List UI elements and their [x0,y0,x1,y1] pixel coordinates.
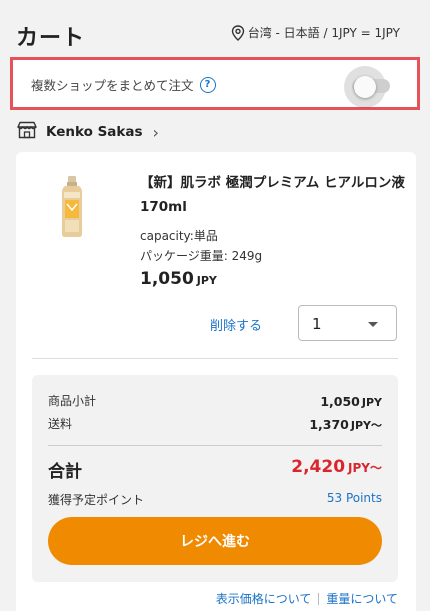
quantity-select[interactable]: 1 [298,305,397,341]
product-price-unit: JPY [196,274,217,287]
total-label: 合計 [48,462,82,482]
chevron-right-icon: › [152,122,159,142]
product-image[interactable] [60,176,84,238]
points-label: 獲得予定ポイント [48,493,145,507]
subtotal-value: 1,050 JPY [320,394,382,409]
footer-separator [318,592,320,605]
page-header: カート 台湾 - 日本語 / 1JPY = 1JPY [0,0,430,60]
price-info-link[interactable]: 表示価格について [216,590,312,607]
cart-card: 【新】肌ラボ 極潤プレミアム ヒアルロン液 170ml capacity:単品 … [16,152,416,611]
total-value: 2,420 JPY〜 [291,457,382,477]
delete-button[interactable]: 削除する [210,315,262,334]
multi-shop-label: 複数ショップをまとめて注文 [31,78,194,93]
weight-info-link[interactable]: 重量について [326,590,398,607]
multi-shop-order-panel: 複数ショップをまとめて注文 ? [10,57,420,110]
points-value: 53 Points [326,491,382,505]
total-amount: 2,420 [291,457,346,477]
footer-links: 表示価格について 重量について [216,590,398,607]
region-selector[interactable]: 台湾 - 日本語 / 1JPY = 1JPY [231,24,400,41]
product-price: 1,050 JPY [140,269,217,289]
quantity-value: 1 [312,315,322,333]
help-icon[interactable]: ? [199,76,216,93]
region-text: 台湾 - 日本語 / 1JPY = 1JPY [247,26,400,40]
checkout-button[interactable]: レジへ進む [48,517,382,565]
shipping-value: 1,370 JPY〜 [309,417,382,433]
product-capacity: capacity:単品 [140,229,218,243]
order-summary: 商品小計 1,050 JPY 送料 1,370 JPY〜 合計 2,420 JPY〜 … [32,375,398,582]
shop-link[interactable]: Kenko Sakas › [16,121,159,143]
multi-shop-toggle[interactable] [344,64,390,108]
shipping-unit: JPY〜 [350,419,382,432]
shipping-amount: 1,370 [309,417,349,432]
toggle-knob [354,76,376,98]
total-unit: JPY〜 [348,461,382,475]
caret-down-icon [368,322,378,327]
shop-name: Kenko Sakas [46,124,143,140]
location-pin-icon [231,24,245,41]
summary-divider [48,445,382,446]
subtotal-unit: JPY [361,396,382,409]
product-package-weight: パッケージ重量: 249g [140,249,263,263]
subtotal-label: 商品小計 [48,394,97,408]
page-title: カート [16,26,86,51]
store-icon [16,121,38,143]
divider [32,358,398,359]
shipping-label: 送料 [48,417,73,431]
product-price-value: 1,050 [140,269,194,289]
product-name[interactable]: 【新】肌ラボ 極潤プレミアム ヒアルロン液 170ml [140,171,415,219]
subtotal-amount: 1,050 [320,394,360,409]
